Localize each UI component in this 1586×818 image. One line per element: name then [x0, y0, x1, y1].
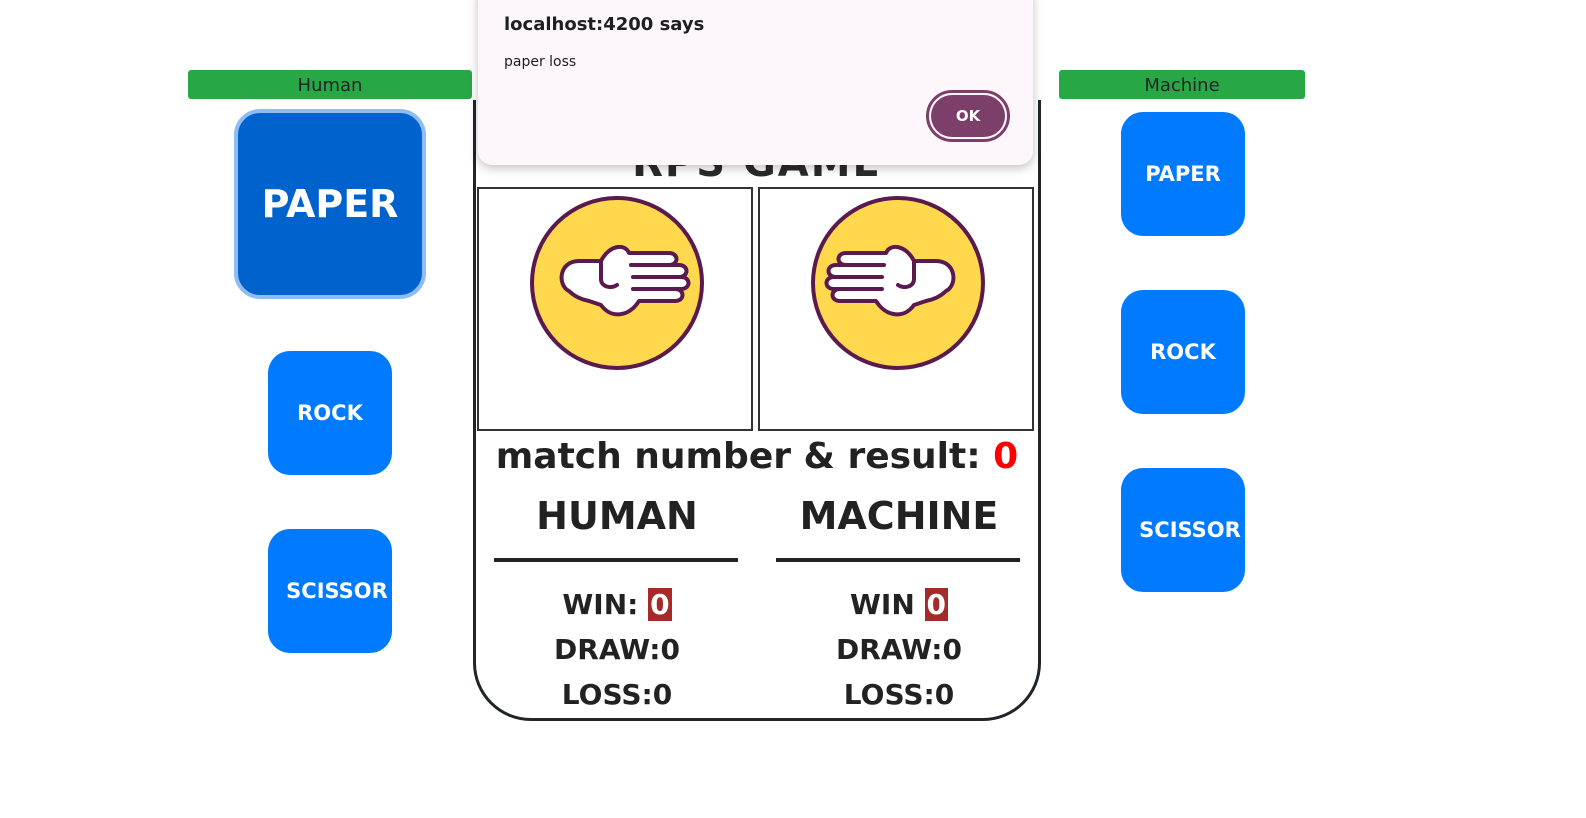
alert-dialog: localhost:4200 says paper loss OK [478, 0, 1033, 165]
human-scissor-button[interactable]: SCISSOR [268, 529, 392, 653]
app-stage: Human PAPER ROCK SCISSOR Machine PAPER R… [0, 0, 1586, 818]
human-score-title: HUMAN [536, 494, 698, 538]
human-hand-cell [477, 187, 753, 431]
machine-scissor-button[interactable]: SCISSOR [1121, 468, 1245, 592]
match-result: match number & result: 0 [476, 436, 1038, 477]
human-draw-stat: DRAW:0 [554, 633, 680, 666]
machine-win-stat: WIN 0 [776, 582, 1022, 627]
dialog-title: localhost:4200 says [504, 14, 705, 35]
match-result-label: match number & result: [495, 436, 994, 477]
human-header: Human [188, 70, 472, 99]
paper-hand-icon [811, 196, 985, 370]
human-scissor-label: SCISSOR [286, 579, 388, 603]
match-result-value: 0 [993, 436, 1019, 477]
human-loss-stat: LOSS:0 [561, 678, 673, 711]
machine-hand-cell [758, 187, 1034, 431]
human-win-stat: WIN: 0 [494, 582, 740, 627]
human-win-value: 0 [648, 588, 672, 621]
machine-score-column: MACHINE WIN 0 DRAW:0 LOSS:0 [776, 490, 1022, 717]
machine-loss-stat: LOSS:0 [843, 678, 955, 711]
human-win-label: WIN: [562, 588, 649, 621]
machine-paper-button[interactable]: PAPER [1121, 112, 1245, 236]
dialog-ok-button[interactable]: OK [926, 90, 1010, 142]
human-paper-button[interactable]: PAPER [234, 109, 426, 299]
paper-hand-icon [530, 196, 704, 370]
dialog-message: paper loss [504, 54, 577, 70]
machine-rock-button[interactable]: ROCK [1121, 290, 1245, 414]
machine-scissor-label: SCISSOR [1139, 518, 1241, 542]
human-rock-button[interactable]: ROCK [268, 351, 392, 475]
machine-score-title: MACHINE [799, 494, 999, 538]
machine-draw-stat: DRAW:0 [836, 633, 962, 666]
game-board: RPS GAME match number & result: 0 [473, 100, 1041, 721]
dialog-ok-label: OK [931, 95, 1005, 137]
machine-header: Machine [1059, 70, 1305, 99]
machine-score-divider [776, 558, 1020, 562]
machine-win-value: 0 [924, 588, 948, 621]
machine-win-label: WIN [850, 588, 925, 621]
human-score-column: HUMAN WIN: 0 DRAW:0 LOSS:0 [494, 490, 740, 717]
human-score-divider [494, 558, 738, 562]
